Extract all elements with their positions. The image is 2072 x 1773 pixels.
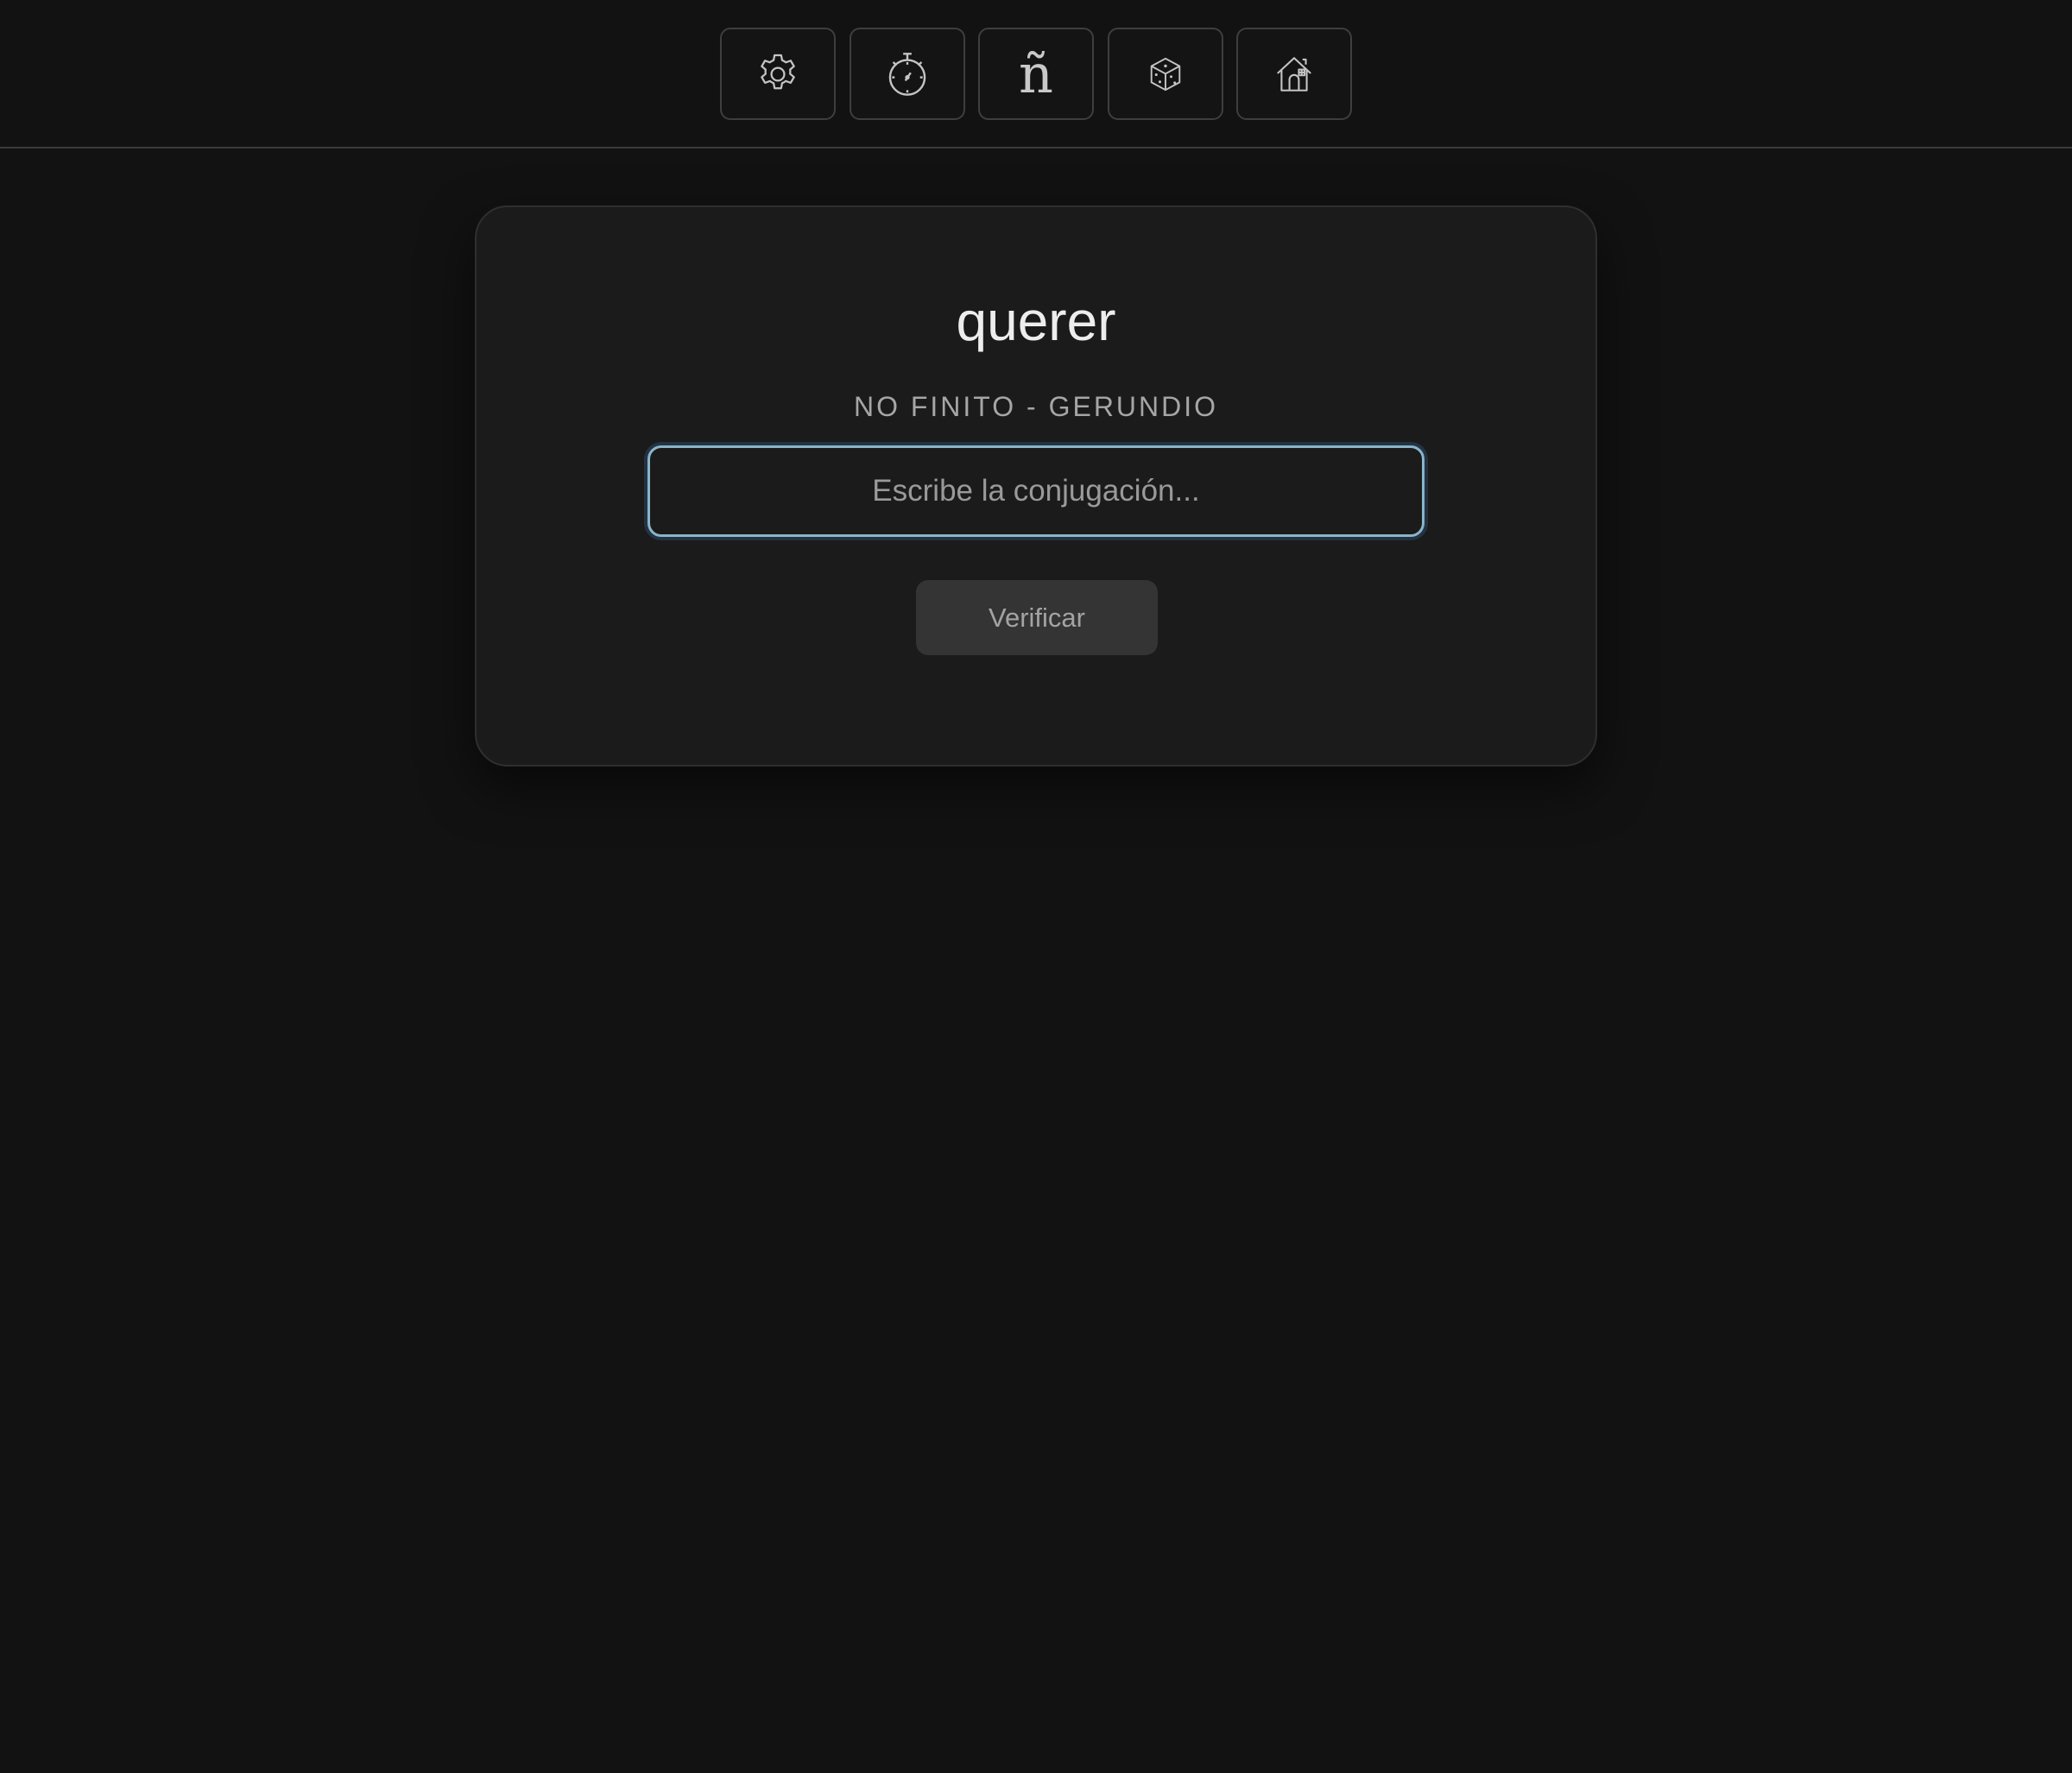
enye-icon: ñ — [1019, 41, 1053, 105]
special-characters-button[interactable]: ñ — [978, 28, 1094, 120]
gear-icon — [761, 54, 795, 89]
quiz-card: querer NO FINITO - GERUNDIO Verificar — [475, 205, 1597, 767]
verify-button[interactable]: Verificar — [916, 580, 1158, 655]
home-icon — [1277, 56, 1311, 91]
timer-button[interactable] — [850, 28, 965, 120]
tense-label: NO FINITO - GERUNDIO — [853, 391, 1219, 422]
stopwatch-icon — [888, 52, 926, 96]
dice-icon — [1150, 57, 1181, 91]
settings-button[interactable] — [720, 28, 836, 120]
random-verb-button[interactable] — [1108, 28, 1223, 120]
home-button[interactable] — [1236, 28, 1352, 120]
verb-title: querer — [956, 290, 1116, 352]
top-navigation: ñ — [0, 0, 2072, 148]
conjugation-input[interactable] — [648, 445, 1424, 537]
